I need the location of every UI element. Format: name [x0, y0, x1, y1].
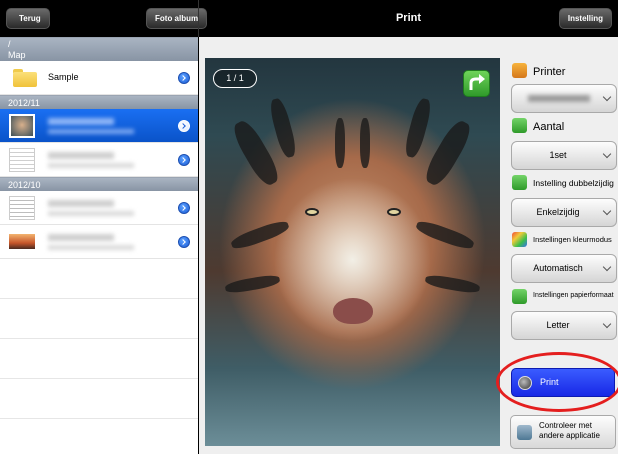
- color-mode-icon: [512, 232, 527, 247]
- color-mode-select[interactable]: Automatisch: [511, 254, 617, 283]
- page-indicator: 1 / 1: [213, 69, 257, 88]
- duplex-value: Enkelzijdig: [536, 207, 580, 217]
- file-details-redacted: [48, 129, 134, 134]
- paper-size-select[interactable]: Letter: [511, 311, 617, 340]
- empty-row: [0, 299, 198, 339]
- printer-name-redacted: [528, 95, 590, 103]
- printer-label: Printer: [533, 66, 566, 78]
- folder-name: Sample: [48, 72, 79, 82]
- duplex-select[interactable]: Enkelzijdig: [511, 198, 617, 227]
- file-row[interactable]: [0, 191, 198, 225]
- folder-row-sample[interactable]: Sample: [0, 61, 198, 95]
- printer-select[interactable]: [511, 84, 617, 113]
- back-button[interactable]: Terug: [6, 8, 50, 29]
- print-preview-image: [205, 58, 500, 446]
- disclosure-arrow-icon[interactable]: [178, 202, 190, 214]
- settings-button[interactable]: Instelling: [558, 8, 612, 29]
- chevron-down-icon: [602, 262, 612, 272]
- top-bar: Terug Foto album Print Instelling: [0, 0, 618, 37]
- disclosure-arrow-icon[interactable]: [178, 120, 190, 132]
- file-name-redacted: [48, 200, 114, 207]
- duplex-icon: [512, 175, 527, 190]
- file-row[interactable]: [0, 143, 198, 177]
- folder-header-label: Map: [8, 50, 26, 60]
- paper-size-label: Instellingen papierformaat: [533, 292, 614, 299]
- folder-icon: [13, 69, 37, 87]
- open-in-other-app-label: Controleer met andere applicatie: [539, 421, 600, 440]
- highlight-annotation: [496, 352, 618, 412]
- file-details-redacted: [48, 163, 134, 168]
- copies-value: 1set: [549, 150, 567, 160]
- document-thumbnail: [9, 148, 35, 172]
- disclosure-arrow-icon[interactable]: [178, 154, 190, 166]
- color-mode-label: Instellingen kleurmodus: [533, 235, 612, 244]
- empty-row: [0, 339, 198, 379]
- empty-row: [0, 259, 198, 299]
- date-section-header: 2012/11: [0, 95, 198, 109]
- disclosure-arrow-icon[interactable]: [178, 236, 190, 248]
- file-details-redacted: [48, 211, 134, 216]
- printer-icon: [512, 63, 527, 78]
- file-browser-panel: / Map Sample 2012/11 2012/10: [0, 37, 198, 454]
- disclosure-arrow-icon[interactable]: [178, 72, 190, 84]
- file-row[interactable]: [0, 225, 198, 259]
- duplex-label: Instelling dubbelzijdig: [533, 178, 614, 188]
- page-title: Print: [395, 12, 422, 24]
- paper-size-icon: [512, 289, 527, 304]
- current-path: /: [8, 39, 11, 49]
- color-mode-value: Automatisch: [533, 263, 583, 273]
- chevron-down-icon: [602, 319, 612, 329]
- empty-row: [0, 379, 198, 419]
- file-row[interactable]: [0, 109, 198, 143]
- chevron-down-icon: [602, 206, 612, 216]
- file-name-redacted: [48, 234, 114, 241]
- image-thumbnail: [9, 234, 35, 249]
- rotate-button[interactable]: [463, 70, 490, 97]
- copies-label: Aantal: [533, 121, 565, 133]
- date-section-header: 2012/10: [0, 177, 198, 191]
- rotate-icon: [469, 74, 485, 90]
- chevron-down-icon: [602, 92, 612, 102]
- chevron-down-icon: [602, 149, 612, 159]
- image-thumbnail: [9, 114, 35, 138]
- file-details-redacted: [48, 245, 134, 250]
- file-name-redacted: [48, 152, 114, 159]
- document-thumbnail: [9, 196, 35, 220]
- folder-section-header: / Map: [0, 37, 198, 61]
- open-in-icon: [517, 425, 532, 440]
- file-name-redacted: [48, 118, 114, 125]
- paper-size-value: Letter: [546, 320, 570, 330]
- copies-icon: [512, 118, 527, 133]
- open-in-other-app-button[interactable]: Controleer met andere applicatie: [510, 415, 616, 449]
- copies-select[interactable]: 1set: [511, 141, 617, 170]
